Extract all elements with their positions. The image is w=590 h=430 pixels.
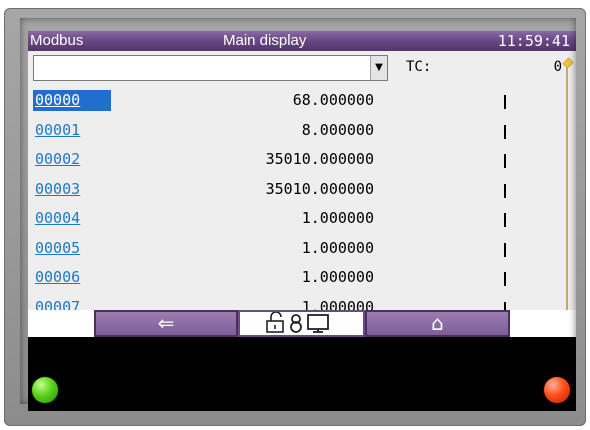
register-address-link[interactable]: 00005 (33, 238, 111, 259)
tc-label: TC: (406, 59, 432, 75)
black-panel (28, 337, 576, 411)
home-icon: ⌂ (431, 311, 444, 335)
register-row: 00007 1.000000 (28, 294, 576, 311)
monitor-icon (306, 314, 329, 333)
bottom-toolbar: ⇐ ⌂ (28, 310, 576, 337)
home-button[interactable]: ⌂ (365, 310, 510, 337)
register-row: 00004 1.000000 (28, 205, 576, 235)
register-address-link[interactable]: 00001 (33, 120, 111, 141)
register-panel: ▼ TC: 0 00000 68.000000 00001 8.000000 0… (28, 51, 576, 310)
status-icons (265, 311, 329, 333)
value-bar (504, 95, 506, 109)
register-value: 1.000000 (301, 209, 374, 227)
status-area[interactable] (238, 310, 365, 337)
filter-dropdown[interactable]: ▼ (33, 55, 388, 81)
screen-title: Main display (223, 32, 307, 49)
hmi-screen: Modbus Main display 11:59:41 ▼ TC: 0 000… (28, 31, 576, 411)
green-led-indicator (32, 377, 58, 403)
value-bar (504, 301, 506, 310)
tc-value: 0 (553, 59, 562, 75)
register-value: 1.000000 (301, 268, 374, 286)
red-led-indicator (544, 377, 570, 403)
register-list: 00000 68.000000 00001 8.000000 00002 350… (28, 87, 576, 310)
register-value: 35010.000000 (265, 179, 374, 198)
register-address-link[interactable]: 00006 (33, 267, 111, 288)
value-bar (504, 124, 506, 139)
register-value: 1.000000 (301, 297, 374, 311)
register-address-link[interactable]: 00003 (33, 179, 111, 200)
register-address-link[interactable]: 00007 (33, 297, 111, 311)
dropdown-arrow-icon[interactable]: ▼ (370, 56, 387, 80)
register-address-link[interactable]: 00004 (33, 208, 111, 229)
value-bar (504, 183, 506, 198)
value-bar (504, 272, 506, 286)
scroll-thumb-icon[interactable] (562, 57, 574, 69)
register-value: 35010.000000 (265, 150, 374, 168)
register-row: 00002 35010.000000 (28, 146, 576, 176)
register-value: 8.000000 (301, 120, 374, 139)
register-address-link[interactable]: 00002 (33, 149, 111, 170)
register-value: 68.000000 (292, 91, 374, 109)
register-address-link[interactable]: 00000 (33, 90, 111, 111)
register-row: 00005 1.000000 (28, 235, 576, 265)
arrow-left-icon: ⇐ (157, 311, 175, 335)
title-bar: Modbus Main display 11:59:41 (28, 31, 576, 51)
clock: 11:59:41 (497, 32, 570, 50)
user-icon (289, 314, 302, 333)
unlock-icon (265, 311, 284, 333)
register-row: 00006 1.000000 (28, 264, 576, 294)
register-value: 1.000000 (301, 238, 374, 257)
register-row: 00000 68.000000 (28, 87, 576, 117)
app-title: Modbus (30, 32, 84, 49)
value-bar (504, 242, 506, 257)
register-row: 00003 35010.000000 (28, 176, 576, 206)
value-bar (504, 154, 506, 168)
back-button[interactable]: ⇐ (94, 310, 238, 337)
register-row: 00001 8.000000 (28, 117, 576, 147)
value-bar (504, 213, 506, 227)
